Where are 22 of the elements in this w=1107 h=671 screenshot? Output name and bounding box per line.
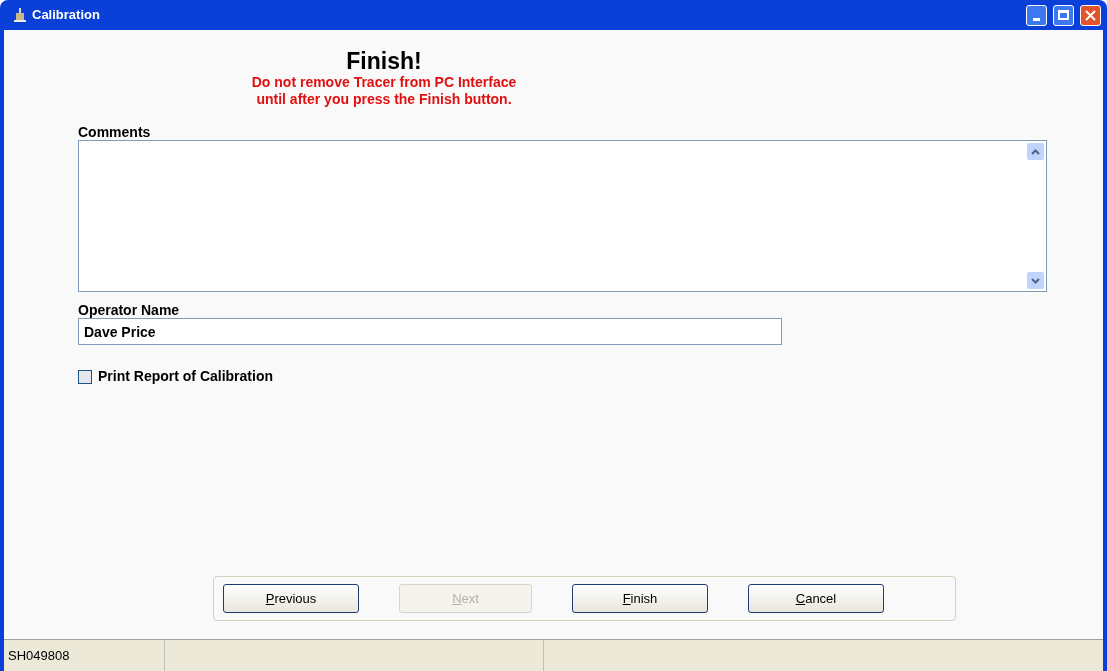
close-icon — [1085, 9, 1096, 21]
warning-text: until after you press the Finish button. — [256, 91, 512, 108]
heading: Finish! — [346, 48, 422, 74]
probe-icon — [14, 8, 26, 22]
checkbox[interactable] — [78, 369, 92, 384]
window-title: Calibration — [32, 6, 101, 25]
wizard-button[interactable]: Cancel — [748, 584, 884, 613]
close-button[interactable] — [1080, 4, 1101, 26]
wizard-button[interactable]: Previous — [223, 584, 359, 613]
warning-text: Do not remove Tracer from PC Interface — [251, 74, 517, 91]
wizard-button[interactable]: Finish — [572, 584, 708, 613]
scroll-down-icon[interactable] — [1027, 272, 1044, 289]
field-label: Comments — [78, 124, 152, 140]
comments-field[interactable] — [78, 140, 1047, 292]
scroll-up-icon[interactable] — [1027, 143, 1044, 160]
checkbox-label: Print Report of Calibration — [98, 367, 273, 386]
operator-name-field[interactable]: Dave Price — [78, 318, 782, 345]
maximize-button[interactable] — [1053, 4, 1074, 26]
minimize-button[interactable] — [1026, 4, 1047, 26]
scrollbar[interactable] — [1027, 143, 1044, 289]
field-label: Operator Name — [78, 302, 181, 318]
status-text: SH049808 — [7, 646, 71, 665]
